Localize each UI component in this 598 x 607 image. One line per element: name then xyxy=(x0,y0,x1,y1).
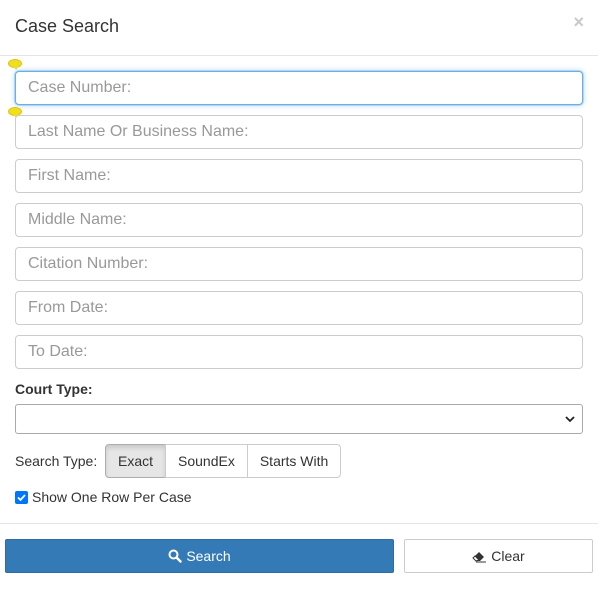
to-date-input[interactable] xyxy=(15,335,583,369)
citation-number-input[interactable] xyxy=(15,247,583,281)
search-type-soundex[interactable]: SoundEx xyxy=(165,444,248,478)
one-row-label: Show One Row Per Case xyxy=(32,489,192,505)
search-icon xyxy=(168,549,183,563)
case-number-input[interactable] xyxy=(15,71,583,105)
marker-icon xyxy=(8,59,22,70)
modal-header: Case Search × xyxy=(0,0,598,56)
check-icon xyxy=(17,493,26,501)
one-row-checkbox[interactable] xyxy=(15,490,28,504)
footer-divider xyxy=(0,523,598,524)
search-button[interactable]: Search xyxy=(5,539,394,573)
from-date-input[interactable] xyxy=(15,291,583,325)
search-type-exact[interactable]: Exact xyxy=(105,444,167,478)
search-type-group: Exact SoundEx Starts With xyxy=(105,444,342,478)
search-type-starts-with[interactable]: Starts With xyxy=(246,444,342,478)
eraser-icon xyxy=(472,549,487,563)
case-search-modal: Case Search × Court Type: Search Type: E… xyxy=(0,0,598,607)
close-icon[interactable]: × xyxy=(573,12,584,32)
clear-button-label: Clear xyxy=(491,548,525,564)
one-row-option: Show One Row Per Case xyxy=(15,489,192,505)
court-type-label: Court Type: xyxy=(15,381,93,397)
clear-button[interactable]: Clear xyxy=(404,539,593,573)
search-type-label: Search Type: xyxy=(15,453,98,469)
middle-name-input[interactable] xyxy=(15,203,583,237)
chevron-down-icon xyxy=(565,416,575,423)
last-name-input[interactable] xyxy=(15,115,583,149)
search-button-label: Search xyxy=(186,548,231,564)
first-name-input[interactable] xyxy=(15,159,583,193)
modal-title: Case Search xyxy=(15,16,120,36)
court-type-select[interactable] xyxy=(15,404,583,434)
